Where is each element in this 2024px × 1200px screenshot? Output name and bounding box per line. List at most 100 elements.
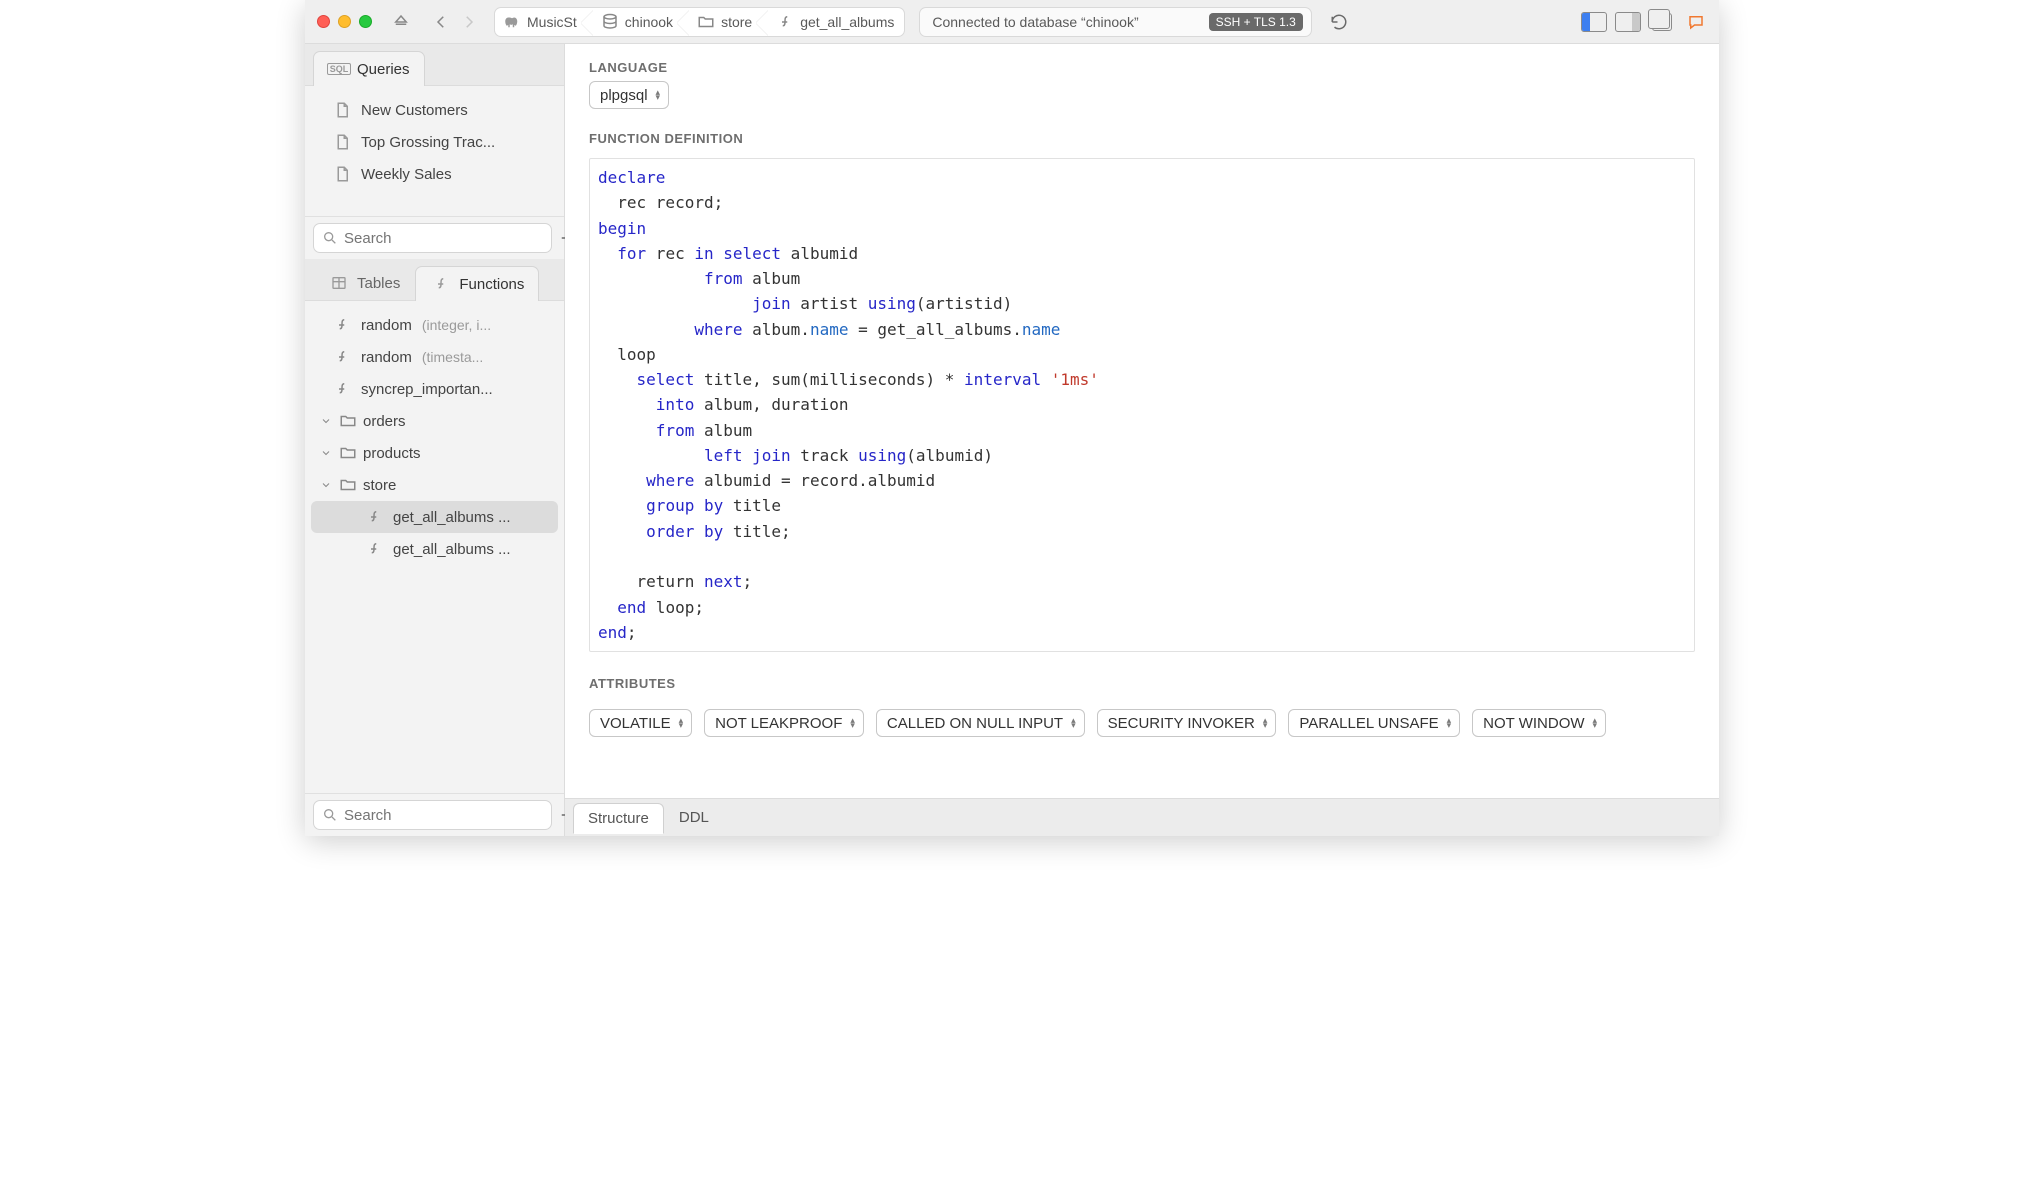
schema-search-input[interactable] (344, 807, 543, 824)
attribute-dropdown[interactable]: CALLED ON NULL INPUT▴▾ (876, 709, 1085, 737)
language-label: LANGUAGE (589, 60, 1695, 75)
function-name: get_all_albums ... (393, 509, 511, 526)
folder-icon (697, 13, 715, 31)
left-panel-toggle[interactable] (1579, 8, 1609, 36)
db-icon (601, 13, 619, 31)
sql-file-icon (333, 165, 351, 183)
chevron-updown-icon: ▴▾ (1593, 718, 1598, 728)
sql-icon: SQL (328, 60, 350, 78)
connection-status-text: Connected to database “chinook” (932, 14, 1138, 30)
folder-item[interactable]: store (311, 469, 558, 501)
folder-item[interactable]: products (311, 437, 558, 469)
functions-list: random (integer, i...random (timesta... s… (305, 301, 564, 793)
chevron-updown-icon: ▴▾ (1447, 718, 1452, 728)
attribute-dropdown[interactable]: NOT LEAKPROOF▴▾ (704, 709, 864, 737)
code-editor[interactable]: declare rec record; begin for rec in sel… (589, 158, 1695, 652)
queries-search[interactable] (313, 223, 552, 253)
attribute-value: CALLED ON NULL INPUT (887, 715, 1063, 732)
tab-tables[interactable]: Tables (313, 265, 415, 300)
query-label: New Customers (361, 102, 468, 119)
chevron-updown-icon: ▴▾ (656, 90, 661, 100)
attribute-dropdown[interactable]: VOLATILE▴▾ (589, 709, 692, 737)
breadcrumb-label: chinook (625, 14, 673, 30)
function-icon (365, 508, 383, 526)
tab-structure[interactable]: Structure (573, 803, 664, 834)
query-item[interactable]: New Customers (311, 94, 558, 126)
editor-bottom-tabs: Structure DDL (565, 798, 1719, 836)
language-dropdown[interactable]: plpgsql ▴▾ (589, 81, 669, 109)
elephant-icon (503, 13, 521, 31)
query-label: Top Grossing Trac... (361, 134, 495, 151)
function-signature: (integer, i... (422, 317, 491, 333)
nav-forward-button[interactable] (456, 8, 482, 36)
query-item[interactable]: Top Grossing Trac... (311, 126, 558, 158)
fn-icon (776, 13, 794, 31)
chevron-down-icon (319, 415, 333, 427)
window-controls (313, 15, 380, 28)
editor-pane: LANGUAGE plpgsql ▴▾ FUNCTION DEFINITION … (565, 44, 1719, 836)
new-window-button[interactable] (1647, 8, 1677, 36)
window-toolbar: MusicSt chinook store get_all_albums Connec… (305, 0, 1719, 44)
folder-item[interactable]: orders (311, 405, 558, 437)
refresh-button[interactable] (1324, 8, 1354, 36)
attributes-row: VOLATILE▴▾ NOT LEAKPROOF▴▾ CALLED ON NULL … (565, 701, 1719, 757)
queries-search-input[interactable] (344, 230, 543, 247)
sql-file-icon (333, 133, 351, 151)
attribute-value: NOT WINDOW (1483, 715, 1584, 732)
definition-label: FUNCTION DEFINITION (589, 131, 1695, 146)
function-item[interactable]: get_all_albums ... (311, 533, 558, 565)
attribute-value: PARALLEL UNSAFE (1299, 715, 1438, 732)
tab-queries[interactable]: SQL Queries (313, 51, 425, 86)
close-window-button[interactable] (317, 15, 330, 28)
function-item[interactable]: get_all_albums ... (311, 501, 558, 533)
breadcrumb-item[interactable]: MusicSt (495, 8, 587, 36)
tab-functions[interactable]: Functions (415, 266, 539, 301)
queries-list: New Customers Top Grossing Trac... Weekly … (305, 86, 564, 216)
folder-name: orders (363, 413, 406, 430)
table-icon (328, 274, 350, 292)
chevron-down-icon (319, 479, 333, 491)
breadcrumb-label: get_all_albums (800, 14, 894, 30)
breadcrumb: MusicSt chinook store get_all_albums (494, 7, 905, 37)
tab-queries-label: Queries (357, 61, 410, 78)
folder-icon (339, 444, 357, 462)
schema-search-row (305, 793, 564, 836)
eject-icon[interactable] (386, 8, 416, 36)
function-name: get_all_albums ... (393, 541, 511, 558)
minimize-window-button[interactable] (338, 15, 351, 28)
sidebar-schema-tabs: Tables Functions (305, 259, 564, 301)
chevron-down-icon (319, 447, 333, 459)
schema-search[interactable] (313, 800, 552, 830)
attributes-label: ATTRIBUTES (589, 676, 1695, 691)
attribute-value: SECURITY INVOKER (1108, 715, 1255, 732)
breadcrumb-item[interactable]: chinook (587, 8, 683, 36)
search-icon (322, 807, 338, 823)
feedback-button[interactable] (1681, 8, 1711, 36)
sql-file-icon (333, 101, 351, 119)
language-value: plpgsql (600, 87, 648, 104)
search-icon (322, 230, 338, 246)
attribute-dropdown[interactable]: SECURITY INVOKER▴▾ (1097, 709, 1277, 737)
right-panel-toggle[interactable] (1613, 8, 1643, 36)
function-item[interactable]: syncrep_importan... (311, 373, 558, 405)
query-item[interactable]: Weekly Sales (311, 158, 558, 190)
fullscreen-window-button[interactable] (359, 15, 372, 28)
tab-tables-label: Tables (357, 275, 400, 292)
breadcrumb-item[interactable]: store (683, 8, 762, 36)
chevron-updown-icon: ▴▾ (850, 718, 855, 728)
attribute-dropdown[interactable]: PARALLEL UNSAFE ▴▾ (1288, 709, 1460, 737)
chevron-updown-icon: ▴▾ (679, 718, 684, 728)
breadcrumb-item[interactable]: get_all_albums (762, 8, 904, 36)
folder-icon (339, 412, 357, 430)
function-item[interactable]: random (timesta... (311, 341, 558, 373)
function-item[interactable]: random (integer, i... (311, 309, 558, 341)
nav-back-button[interactable] (428, 8, 454, 36)
function-icon (365, 540, 383, 558)
attribute-dropdown[interactable]: NOT WINDOW ▴▾ (1472, 709, 1606, 737)
tab-ddl[interactable]: DDL (664, 802, 724, 833)
function-name: syncrep_importan... (361, 381, 493, 398)
folder-icon (339, 476, 357, 494)
folder-name: products (363, 445, 421, 462)
queries-search-row (305, 216, 564, 259)
tab-functions-label: Functions (459, 276, 524, 293)
